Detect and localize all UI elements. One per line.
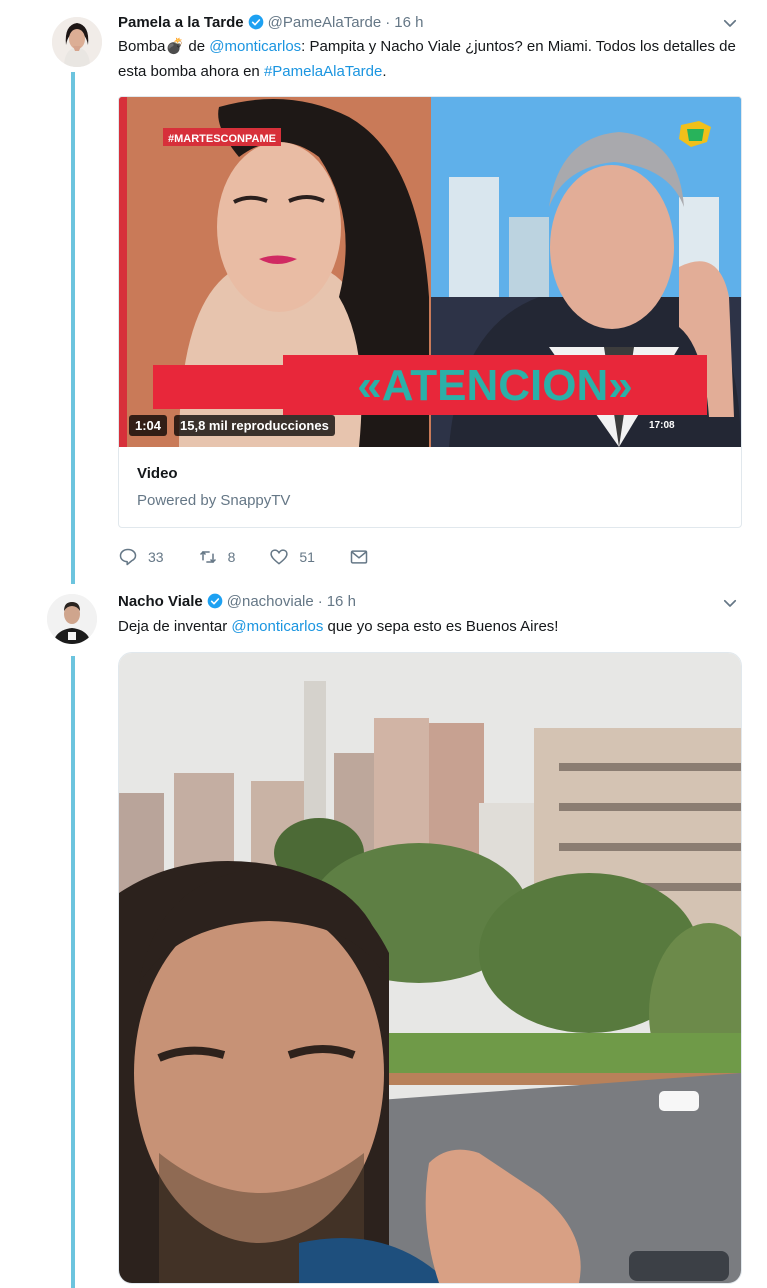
message-icon: [350, 550, 368, 564]
separator: ·: [385, 13, 391, 31]
hashtag-link[interactable]: #PamelaAlaTarde: [264, 63, 382, 80]
card-meta: Video Powered by SnappyTV: [137, 465, 290, 509]
video-duration: 1:04: [129, 415, 168, 436]
like-icon: [270, 549, 289, 565]
video-card[interactable]: #MARTESCONPAME «ATENCION» 17:08 1:04 15,…: [118, 96, 742, 528]
mention-link[interactable]: @monticarlos: [209, 38, 301, 55]
avatar-pamela[interactable]: [52, 17, 102, 67]
tweet-text-part: Bomba: [118, 38, 166, 55]
mention-link[interactable]: @monticarlos: [231, 618, 323, 635]
verified-icon: [248, 14, 263, 30]
chevron-down-icon[interactable]: [721, 14, 739, 32]
card-powered-by: Powered by SnappyTV: [137, 492, 291, 509]
tweet-text: Bomba💣 de @monticarlos: Pampita y Nacho …: [118, 34, 743, 84]
broadcast-clock: 17:08: [649, 420, 675, 431]
video-views: 15,8 mil reproducciones: [174, 415, 335, 436]
tweet-header: Nacho Viale @nachoviale · 16 h: [118, 590, 356, 612]
timestamp[interactable]: 16 h: [394, 14, 423, 31]
reply-button[interactable]: 33: [118, 547, 164, 567]
thread-line: [71, 72, 75, 584]
tweet-photo[interactable]: [118, 652, 742, 1284]
reply-count: 33: [148, 549, 164, 565]
tweet-text: Deja de inventar @monticarlos que yo sep…: [118, 614, 743, 639]
chevron-down-icon[interactable]: [721, 594, 739, 612]
show-hashtag-overlay: #MARTESCONPAME: [168, 133, 276, 145]
retweet-button[interactable]: 8: [198, 547, 236, 567]
author-handle[interactable]: @nachoviale: [227, 593, 314, 610]
tweet-text-part: que yo sepa esto es Buenos Aires!: [323, 618, 559, 635]
video-player[interactable]: #MARTESCONPAME «ATENCION» 17:08 1:04 15,…: [119, 97, 741, 447]
timestamp[interactable]: 16 h: [327, 593, 356, 610]
like-button[interactable]: 51: [269, 547, 315, 567]
thread-line: [71, 656, 75, 1288]
tweet-text-part: .: [382, 63, 387, 80]
tweet-actions: 33 8 51: [118, 545, 413, 569]
selfie-photo: [119, 653, 741, 1283]
tweet-text-part: de: [184, 38, 210, 55]
direct-message-button[interactable]: [349, 547, 379, 567]
author-name[interactable]: Nacho Viale: [118, 593, 203, 610]
attention-banner-text: «ATENCION»: [357, 361, 632, 410]
timeline: Pamela a la Tarde @PameAlaTarde · 16 h B…: [0, 0, 767, 1288]
author-name[interactable]: Pamela a la Tarde: [118, 14, 244, 31]
like-count: 51: [299, 549, 315, 565]
card-title: Video: [137, 465, 178, 482]
video-thumbnail: #MARTESCONPAME «ATENCION» 17:08: [119, 97, 741, 447]
retweet-count: 8: [227, 549, 236, 565]
verified-icon: [207, 593, 223, 609]
avatar-nacho[interactable]: [47, 594, 97, 644]
separator: ·: [317, 592, 323, 610]
tweet-header: Pamela a la Tarde @PameAlaTarde · 16 h: [118, 11, 423, 33]
tweet-text-part: Deja de inventar: [118, 618, 232, 635]
reply-icon: [119, 548, 137, 566]
bomb-emoji: 💣: [165, 38, 185, 55]
author-handle[interactable]: @PameAlaTarde: [268, 14, 382, 31]
retweet-icon: [199, 550, 216, 564]
